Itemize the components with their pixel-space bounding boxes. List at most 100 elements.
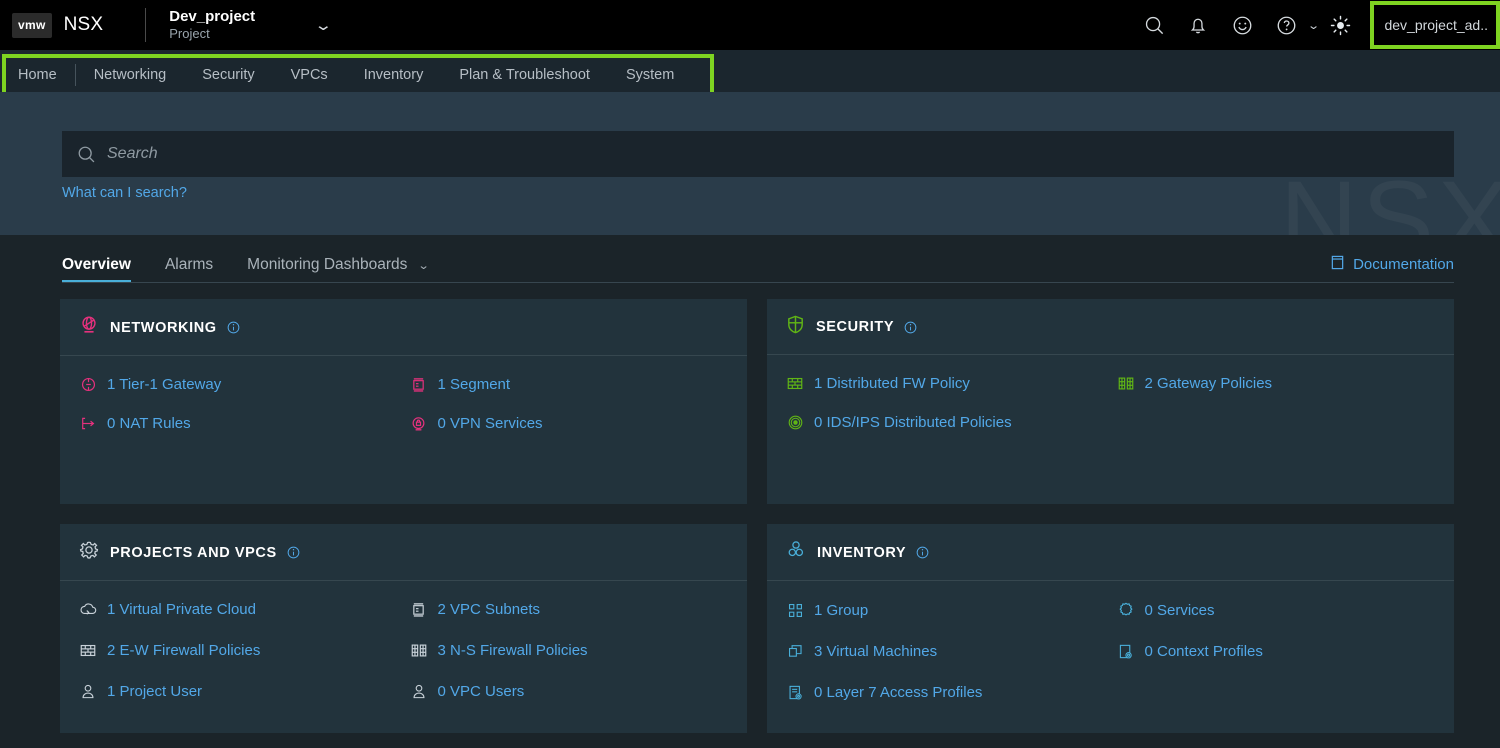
stat-virtual-machines[interactable]: 3 Virtual Machines bbox=[785, 643, 1106, 660]
subnet-icon bbox=[409, 601, 429, 618]
stat-project-user[interactable]: 1 Project User bbox=[78, 683, 399, 700]
stat-distributed-fw-policy[interactable]: 1 Distributed FW Policy bbox=[785, 375, 1106, 392]
card-networking-header: NETWORKING bbox=[60, 299, 747, 356]
stat-virtual-private-cloud[interactable]: 1 Virtual Private Cloud bbox=[78, 601, 399, 618]
nav-item-system[interactable]: System bbox=[608, 67, 692, 83]
tab-monitoring-dashboards[interactable]: Monitoring Dashboards ⌄ bbox=[247, 256, 430, 283]
nav-item-plan-troubleshoot[interactable]: Plan & Troubleshoot bbox=[441, 67, 608, 83]
global-search-box[interactable] bbox=[62, 131, 1454, 177]
inventory-blocks-icon bbox=[785, 539, 807, 566]
stat-vpn-services[interactable]: 0 VPN Services bbox=[409, 415, 730, 432]
card-inventory-header: INVENTORY bbox=[767, 524, 1454, 581]
card-projects-vpcs-title: PROJECTS AND VPCS bbox=[110, 544, 277, 561]
product-name: NSX bbox=[63, 14, 104, 35]
vm-icon bbox=[785, 643, 805, 660]
group-icon bbox=[785, 602, 805, 619]
stat-segment[interactable]: 1 Segment bbox=[409, 376, 730, 393]
network-globe-icon bbox=[78, 314, 100, 341]
tab-monitoring-dashboards-label: Monitoring Dashboards bbox=[247, 256, 408, 273]
stat-services[interactable]: 0 Services bbox=[1116, 601, 1437, 619]
stat-label: 0 NAT Rules bbox=[107, 415, 191, 432]
user-icon bbox=[409, 683, 429, 700]
info-icon[interactable] bbox=[904, 321, 917, 334]
stat-context-profiles[interactable]: 0 Context Profiles bbox=[1116, 643, 1437, 660]
stat-group[interactable]: 1 Group bbox=[785, 601, 1106, 619]
stat-label: 1 Tier-1 Gateway bbox=[107, 376, 222, 393]
top-header: vmw NSX Dev_project Project ⌄ ⌄ dev_proj… bbox=[0, 0, 1500, 50]
vmware-logo: vmw bbox=[12, 12, 52, 38]
card-networking-title: NETWORKING bbox=[110, 319, 217, 336]
stat-label: 1 Virtual Private Cloud bbox=[107, 601, 256, 618]
user-icon bbox=[78, 683, 98, 700]
card-inventory-body: 1 Group 0 Services 3 Virtual Machines 0 … bbox=[767, 581, 1454, 733]
ids-ips-icon bbox=[785, 414, 805, 431]
chevron-down-icon: ⌄ bbox=[313, 17, 333, 34]
search-icon bbox=[76, 144, 97, 165]
nav-item-home[interactable]: Home bbox=[6, 67, 75, 83]
gateway-policy-icon bbox=[1116, 375, 1136, 392]
info-icon[interactable] bbox=[227, 321, 240, 334]
chevron-down-icon: ⌄ bbox=[417, 260, 430, 272]
segment-icon bbox=[409, 376, 429, 393]
what-can-i-search-link[interactable]: What can I search? bbox=[62, 185, 187, 201]
user-menu[interactable]: dev_project_ad.. bbox=[1370, 1, 1500, 49]
tab-alarms[interactable]: Alarms bbox=[165, 256, 213, 283]
stat-label: 0 IDS/IPS Distributed Policies bbox=[814, 414, 1012, 431]
card-projects-vpcs: PROJECTS AND VPCS 1 Virtual Private Clou… bbox=[60, 524, 747, 733]
stat-label: 0 VPN Services bbox=[437, 415, 543, 432]
tier1-gateway-icon bbox=[78, 376, 98, 393]
stat-label: 3 Virtual Machines bbox=[814, 643, 938, 660]
theme-sun-icon[interactable] bbox=[1318, 0, 1362, 50]
info-icon[interactable] bbox=[916, 546, 929, 559]
stat-label: 3 N-S Firewall Policies bbox=[437, 642, 588, 659]
stat-label: 1 Project User bbox=[107, 683, 203, 700]
tabs-underline bbox=[62, 282, 1454, 283]
services-gear-icon bbox=[1116, 601, 1136, 619]
nav-item-security[interactable]: Security bbox=[184, 67, 272, 83]
header-divider bbox=[145, 8, 147, 42]
stat-ids-ips-policies[interactable]: 0 IDS/IPS Distributed Policies bbox=[785, 414, 1106, 431]
info-icon[interactable] bbox=[287, 546, 300, 559]
stat-tier1-gateway[interactable]: 1 Tier-1 Gateway bbox=[78, 376, 399, 393]
stat-gateway-policies[interactable]: 2 Gateway Policies bbox=[1116, 375, 1437, 392]
stat-label: 0 Layer 7 Access Profiles bbox=[814, 684, 983, 701]
card-projects-vpcs-header: PROJECTS AND VPCS bbox=[60, 524, 747, 581]
stat-nat-rules[interactable]: 0 NAT Rules bbox=[78, 415, 399, 432]
smiley-icon[interactable] bbox=[1220, 0, 1264, 50]
stat-layer7-access-profiles[interactable]: 0 Layer 7 Access Profiles bbox=[785, 684, 1106, 701]
card-security: SECURITY 1 Distributed FW Policy 2 Gatew… bbox=[767, 299, 1454, 504]
search-icon[interactable] bbox=[1132, 0, 1176, 50]
stat-label: 0 Context Profiles bbox=[1144, 643, 1263, 660]
cloud-icon bbox=[78, 601, 98, 618]
brand: vmw NSX bbox=[0, 12, 104, 38]
header-actions: ⌄ dev_project_ad.. bbox=[1132, 0, 1500, 50]
project-switcher[interactable]: Dev_project Project ⌄ bbox=[169, 8, 333, 41]
documentation-link[interactable]: Documentation bbox=[1330, 254, 1454, 283]
card-inventory: INVENTORY 1 Group 0 Services 3 Virtual M… bbox=[767, 524, 1454, 733]
vpn-lock-icon bbox=[409, 415, 429, 432]
nav-item-inventory[interactable]: Inventory bbox=[346, 67, 442, 83]
stat-vpc-subnets[interactable]: 2 VPC Subnets bbox=[409, 601, 730, 618]
stat-label: 2 E-W Firewall Policies bbox=[107, 642, 261, 659]
nav-item-networking[interactable]: Networking bbox=[76, 67, 185, 83]
card-projects-vpcs-body: 1 Virtual Private Cloud 2 VPC Subnets 2 … bbox=[60, 581, 747, 733]
stat-ns-firewall-policies[interactable]: 3 N-S Firewall Policies bbox=[409, 642, 730, 659]
document-icon bbox=[1330, 254, 1345, 275]
help-menu[interactable]: ⌄ bbox=[1264, 0, 1320, 50]
help-icon[interactable] bbox=[1264, 0, 1308, 50]
stat-label: 1 Distributed FW Policy bbox=[814, 375, 970, 392]
stat-vpc-users[interactable]: 0 VPC Users bbox=[409, 683, 730, 700]
documentation-label: Documentation bbox=[1353, 256, 1454, 273]
bell-icon[interactable] bbox=[1176, 0, 1220, 50]
card-security-header: SECURITY bbox=[767, 299, 1454, 355]
search-input[interactable] bbox=[107, 145, 1454, 163]
tab-overview[interactable]: Overview bbox=[62, 256, 131, 283]
tabs-row: Overview Alarms Monitoring Dashboards ⌄ … bbox=[0, 235, 1500, 283]
firewall-icon bbox=[785, 375, 805, 392]
stat-ew-firewall-policies[interactable]: 2 E-W Firewall Policies bbox=[78, 642, 399, 659]
card-security-body: 1 Distributed FW Policy 2 Gateway Polici… bbox=[767, 355, 1454, 503]
stat-label: 1 Segment bbox=[437, 376, 511, 393]
nav-item-vpcs[interactable]: VPCs bbox=[273, 67, 346, 83]
nav-highlight-box: Home Networking Security VPCs Inventory … bbox=[2, 54, 714, 96]
nat-rules-icon bbox=[78, 415, 98, 432]
